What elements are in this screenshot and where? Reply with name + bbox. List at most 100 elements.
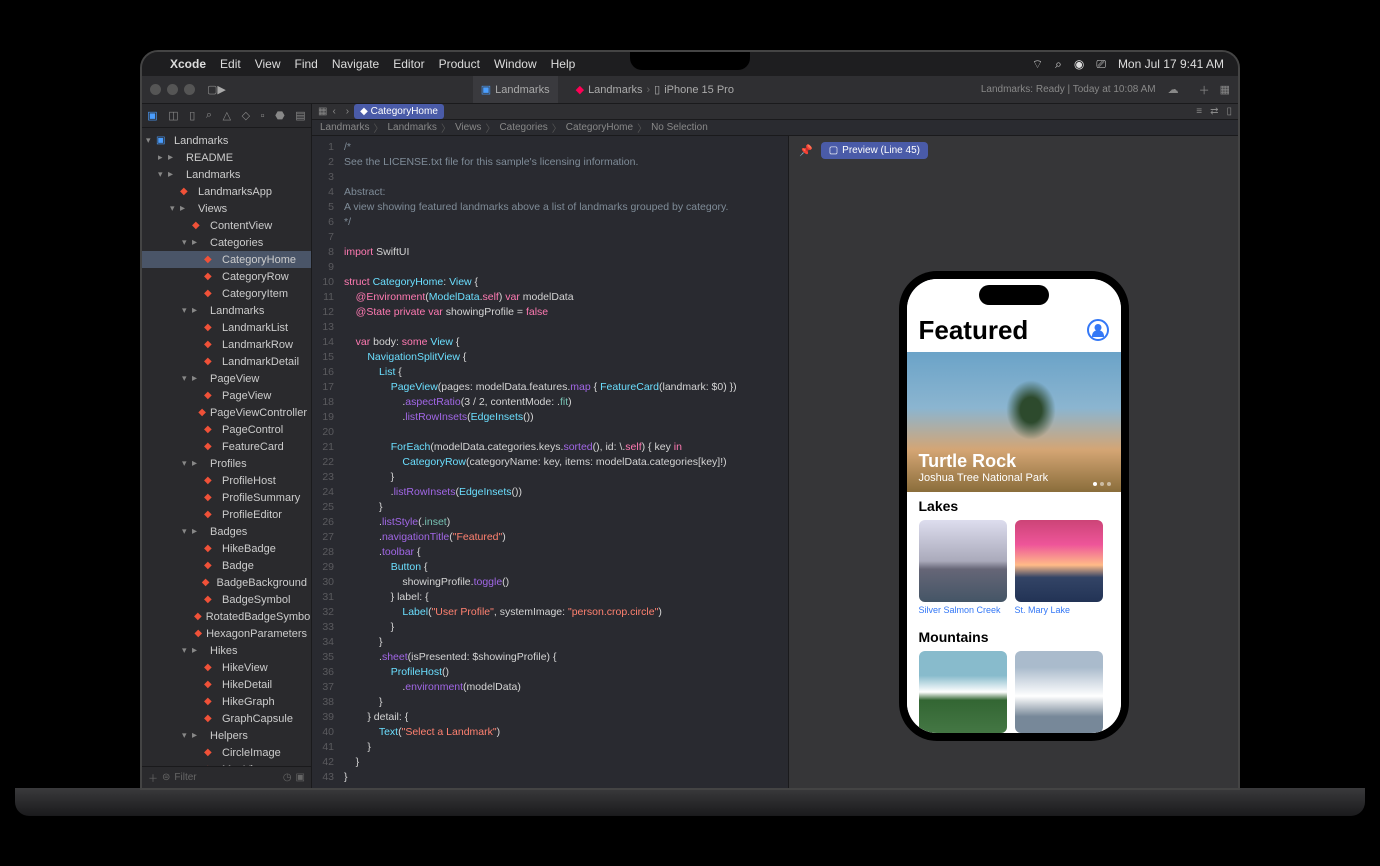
navigator-selector[interactable]: ▣ ◫ ▯ ⌕ △ ◇ ▫ ⬣ ▤ — [142, 104, 311, 128]
tree-item[interactable]: ▾▸Categories — [142, 234, 311, 251]
menu-navigate[interactable]: Navigate — [332, 57, 379, 71]
code-line[interactable]: 12 @State private var showingProfile = f… — [312, 305, 788, 320]
tree-item[interactable]: ◆Badge — [142, 557, 311, 574]
recent-icon[interactable]: ◷ — [283, 772, 292, 783]
tree-item[interactable]: ◆LandmarkDetail — [142, 353, 311, 370]
test-nav-icon[interactable]: ◇ — [242, 109, 250, 122]
code-line[interactable]: 26 .listStyle(.inset) — [312, 515, 788, 530]
code-line[interactable]: 39 } detail: { — [312, 710, 788, 725]
tree-item[interactable]: ▾▸Landmarks — [142, 302, 311, 319]
tree-item[interactable]: ◆LandmarksApp — [142, 183, 311, 200]
tree-item[interactable]: ◆FeatureCard — [142, 438, 311, 455]
code-line[interactable]: 4Abstract: — [312, 185, 788, 200]
library-icon[interactable]: ▦ — [1220, 83, 1230, 96]
code-line[interactable]: 11 @Environment(ModelData.self) var mode… — [312, 290, 788, 305]
code-editor[interactable]: 1/*2See the LICENSE.txt file for this sa… — [312, 136, 788, 790]
code-line[interactable]: 42 } — [312, 755, 788, 770]
page-indicator[interactable] — [1093, 482, 1111, 486]
code-line[interactable]: 30 showingProfile.toggle() — [312, 575, 788, 590]
tree-item[interactable]: ◆LandmarkList — [142, 319, 311, 336]
code-line[interactable]: 28 .toolbar { — [312, 545, 788, 560]
run-button[interactable]: ▶ — [217, 83, 225, 96]
debug-nav-icon[interactable]: ▫ — [261, 110, 265, 122]
code-line[interactable]: 14 var body: some View { — [312, 335, 788, 350]
tree-item[interactable]: ◆RotatedBadgeSymbol — [142, 608, 311, 625]
minimize-icon[interactable] — [167, 84, 178, 95]
tree-item[interactable]: ◆CircleImage — [142, 744, 311, 761]
menu-help[interactable]: Help — [551, 57, 576, 71]
code-line[interactable]: 1/* — [312, 140, 788, 155]
tree-item[interactable]: ◆HexagonParameters — [142, 625, 311, 642]
menu-edit[interactable]: Edit — [220, 57, 241, 71]
add-icon[interactable]: ＋ — [148, 770, 158, 785]
wifi-icon[interactable]: ⌔ — [1032, 57, 1043, 72]
tree-item[interactable]: ◆ProfileSummary — [142, 489, 311, 506]
code-line[interactable]: 29 Button { — [312, 560, 788, 575]
pin-icon[interactable]: 📌 — [799, 144, 813, 157]
feature-card[interactable]: Turtle Rock Joshua Tree National Park — [907, 352, 1121, 492]
preview-badge[interactable]: ▢ Preview (Line 45) — [821, 142, 928, 159]
code-line[interactable]: 32 Label("User Profile", systemImage: "p… — [312, 605, 788, 620]
code-line[interactable]: 27 .navigationTitle("Featured") — [312, 530, 788, 545]
project-tab[interactable]: ▣ Landmarks — [473, 76, 558, 103]
profile-button[interactable] — [1087, 319, 1109, 341]
tree-item[interactable]: ◆ProfileHost — [142, 472, 311, 489]
add-icon[interactable]: ＋ — [1199, 82, 1210, 98]
tree-item[interactable]: ◆HikeGraph — [142, 693, 311, 710]
related-icon[interactable]: ▦ — [318, 106, 327, 117]
tree-item[interactable]: ◆CategoryItem — [142, 285, 311, 302]
tree-item[interactable]: ◆ContentView — [142, 217, 311, 234]
tree-item[interactable]: ◆CategoryHome — [142, 251, 311, 268]
code-line[interactable]: 16 List { — [312, 365, 788, 380]
find-nav-icon[interactable]: ⌕ — [206, 109, 212, 122]
report-nav-icon[interactable]: ▤ — [295, 109, 305, 122]
menu-product[interactable]: Product — [439, 57, 480, 71]
code-line[interactable]: 38 } — [312, 695, 788, 710]
editor-tab[interactable]: ◆ CategoryHome — [354, 104, 444, 119]
code-line[interactable]: 5A view showing featured landmarks above… — [312, 200, 788, 215]
code-line[interactable]: 33 } — [312, 620, 788, 635]
sidebar-toggle-icon[interactable]: ▢ — [207, 83, 217, 96]
tree-item[interactable]: ◆BadgeSymbol — [142, 591, 311, 608]
filter-bar[interactable]: ＋ ⊜ Filter ◷ ▣ — [142, 766, 311, 788]
scm-icon[interactable]: ▣ — [296, 772, 305, 783]
split-icon[interactable]: ▯ — [1226, 106, 1232, 117]
window-controls[interactable] — [150, 84, 195, 95]
code-line[interactable]: 31 } label: { — [312, 590, 788, 605]
tree-item[interactable]: ◆HikeDetail — [142, 676, 311, 693]
app-name[interactable]: Xcode — [170, 57, 206, 71]
tree-item[interactable]: ▾▸Helpers — [142, 727, 311, 744]
editor-options-icon[interactable]: ≡ — [1196, 106, 1202, 117]
code-line[interactable]: 17 PageView(pages: modelData.features.ma… — [312, 380, 788, 395]
code-line[interactable]: 3 — [312, 170, 788, 185]
menu-view[interactable]: View — [255, 57, 281, 71]
code-line[interactable]: 43} — [312, 770, 788, 785]
code-line[interactable]: 13 — [312, 320, 788, 335]
breadcrumb-item[interactable]: Landmarks — [320, 122, 369, 133]
forward-button[interactable]: › — [341, 106, 354, 117]
code-line[interactable]: 36 ProfileHost() — [312, 665, 788, 680]
code-line[interactable]: 6*/ — [312, 215, 788, 230]
source-nav-icon[interactable]: ◫ — [168, 109, 178, 122]
menu-window[interactable]: Window — [494, 57, 537, 71]
tree-item[interactable]: ▾▸Views — [142, 200, 311, 217]
spotlight-icon[interactable]: ⌕ — [1055, 57, 1062, 72]
symbol-nav-icon[interactable]: ▯ — [189, 109, 195, 122]
code-line[interactable]: 15 NavigationSplitView { — [312, 350, 788, 365]
landmark-card[interactable]: St. Mary Lake — [1015, 520, 1103, 615]
jump-bar[interactable]: ▦ ‹ › ◆ CategoryHome ≡ ⇄ ▯ — [312, 104, 1238, 120]
code-line[interactable]: 22 CategoryRow(categoryName: key, items:… — [312, 455, 788, 470]
landmark-card[interactable]: Lake McDonald — [1015, 651, 1103, 733]
tree-item[interactable]: ◆ProfileEditor — [142, 506, 311, 523]
tree-item[interactable]: ◆GraphCapsule — [142, 710, 311, 727]
tree-item[interactable]: ◆PageViewController — [142, 404, 311, 421]
tree-item[interactable]: ▸▸README — [142, 149, 311, 166]
code-line[interactable]: 37 .environment(modelData) — [312, 680, 788, 695]
close-icon[interactable] — [150, 84, 161, 95]
project-nav-icon[interactable]: ▣ — [147, 109, 157, 122]
zoom-icon[interactable] — [184, 84, 195, 95]
landmark-card[interactable]: Silver Salmon Creek — [919, 520, 1007, 615]
tree-item[interactable]: ▾▸PageView — [142, 370, 311, 387]
breadcrumb-item[interactable]: Views — [455, 122, 482, 133]
tree-item[interactable]: ◆PageControl — [142, 421, 311, 438]
